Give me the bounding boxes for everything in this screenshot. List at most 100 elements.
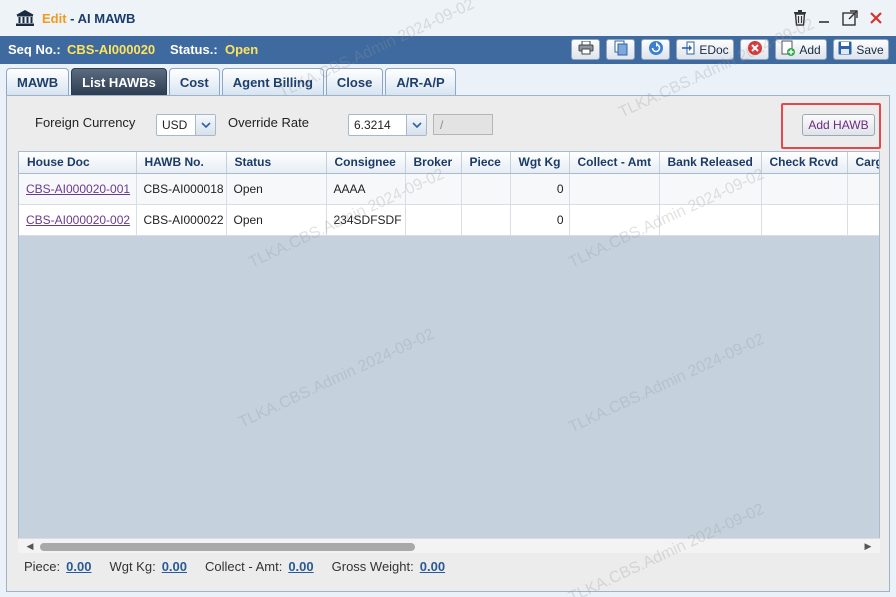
column-header[interactable]: Bank Released: [659, 152, 762, 174]
tab-mawb[interactable]: MAWB: [6, 68, 70, 96]
hawb-no-cell: CBS-AI000018: [136, 173, 227, 205]
table-row[interactable]: CBS-AI000020-001 CBS-AI000018 Open AAAA …: [19, 173, 879, 205]
window-title-text: - AI MAWB: [66, 11, 136, 26]
broker-cell: [405, 173, 462, 205]
cargo-cell: [847, 173, 879, 205]
ai-mawb-window: Edit - AI MAWB Seq No.: CBS-AI000020 Sta…: [0, 0, 896, 597]
consignee-cell: AAAA: [326, 173, 406, 205]
piece-total-label: Piece:: [24, 559, 61, 574]
import-icon: [681, 41, 695, 58]
totals-footer: Piece: 0.00 Wgt Kg: 0.00 Collect - Amt: …: [18, 553, 880, 580]
horizontal-scrollbar[interactable]: ◀ ▶: [18, 538, 880, 553]
column-header[interactable]: HAWB No.: [136, 152, 227, 174]
wgt-kg-cell: 0: [510, 204, 570, 236]
save-icon: [838, 41, 852, 58]
tab-label: List HAWBs: [82, 75, 156, 90]
tab-list-hawbs[interactable]: List HAWBs: [71, 68, 167, 96]
column-header[interactable]: Broker: [405, 152, 462, 174]
tab-label: MAWB: [17, 75, 59, 90]
status-cell: Open: [226, 173, 327, 205]
window-title: Edit - AI MAWB: [42, 11, 135, 26]
add-document-icon: [781, 40, 796, 59]
column-header[interactable]: Piece: [461, 152, 511, 174]
scroll-left-icon[interactable]: ◀: [24, 540, 36, 552]
column-header[interactable]: Cargo: [847, 152, 879, 174]
tab-close[interactable]: Close: [325, 68, 384, 96]
tab-ar-ap[interactable]: A/R-A/P: [385, 68, 456, 96]
foreign-currency-value: USD: [162, 118, 188, 132]
wgt-kg-cell: 0: [510, 173, 570, 205]
add-hawb-button[interactable]: Add HAWB: [802, 114, 875, 136]
edit-label: Edit: [42, 11, 67, 26]
rate-ratio-value: /: [440, 117, 444, 132]
column-header[interactable]: House Doc: [19, 152, 137, 174]
record-info-bar: Seq No.: CBS-AI000020 Status.: Open EDoc: [0, 36, 896, 64]
gross-weight-label: Gross Weight:: [331, 559, 414, 574]
collect-total-label: Collect - Amt:: [205, 559, 283, 574]
delete-button[interactable]: [740, 39, 769, 60]
scroll-right-icon[interactable]: ▶: [862, 540, 874, 552]
close-icon[interactable]: [867, 9, 885, 27]
check-rcvd-cell: [761, 173, 848, 205]
save-label: Save: [856, 42, 884, 57]
bank-released-cell: [659, 204, 762, 236]
house-doc-link[interactable]: CBS-AI000020-002: [19, 204, 137, 236]
bank-released-cell: [659, 173, 762, 205]
copy-icon: [614, 40, 628, 59]
status-value: Open: [225, 42, 259, 57]
consignee-cell: 234SDFSDF: [326, 204, 406, 236]
foreign-currency-label: Foreign Currency: [35, 115, 136, 130]
column-header[interactable]: Check Rcvd: [761, 152, 848, 174]
override-rate-value: 6.3214: [354, 118, 391, 132]
wgt-total-value[interactable]: 0.00: [162, 559, 187, 574]
trash-icon[interactable]: [791, 9, 809, 27]
column-header[interactable]: Consignee: [326, 152, 406, 174]
copy-button[interactable]: [606, 39, 635, 60]
house-doc-link[interactable]: CBS-AI000020-001: [19, 173, 137, 205]
rate-ratio-field: /: [433, 114, 493, 135]
override-rate-select[interactable]: 6.3214: [348, 114, 427, 136]
edoc-button[interactable]: EDoc: [676, 39, 734, 60]
gross-weight-value[interactable]: 0.00: [420, 559, 445, 574]
hawb-table: House Doc HAWB No. Status Consignee Brok…: [19, 152, 879, 236]
minimize-icon[interactable]: [815, 9, 833, 27]
override-rate-label: Override Rate: [228, 115, 309, 130]
title-bar: Edit - AI MAWB: [0, 0, 896, 36]
tab-label: A/R-A/P: [396, 75, 445, 90]
edoc-label: EDoc: [699, 42, 729, 57]
status-label: Status.:: [170, 42, 218, 57]
add-hawb-label: Add HAWB: [808, 118, 869, 132]
status-cell: Open: [226, 204, 327, 236]
refresh-icon: [648, 40, 664, 59]
column-header[interactable]: Wgt Kg: [510, 152, 570, 174]
wgt-total-label: Wgt Kg:: [109, 559, 156, 574]
foreign-currency-select[interactable]: USD: [156, 114, 216, 136]
column-header[interactable]: Collect - Amt: [569, 152, 660, 174]
add-label: Add: [799, 42, 821, 57]
collect-amt-cell: [569, 173, 660, 205]
tab-cost[interactable]: Cost: [168, 68, 220, 96]
maximize-icon[interactable]: [841, 9, 859, 27]
hawb-grid: House Doc HAWB No. Status Consignee Brok…: [18, 151, 880, 555]
column-header[interactable]: Status: [226, 152, 327, 174]
check-rcvd-cell: [761, 204, 848, 236]
piece-total-value[interactable]: 0.00: [66, 559, 91, 574]
tab-agent-billing[interactable]: Agent Billing: [221, 68, 324, 96]
collect-total-value[interactable]: 0.00: [288, 559, 313, 574]
cargo-cell: [847, 204, 879, 236]
refresh-button[interactable]: [641, 39, 670, 60]
table-row[interactable]: CBS-AI000020-002 CBS-AI000022 Open 234SD…: [19, 204, 879, 236]
piece-cell: [461, 173, 511, 205]
tab-bar: MAWB List HAWBs Cost Agent Billing Close…: [6, 68, 456, 96]
chevron-down-icon: [406, 115, 426, 135]
chevron-down-icon: [195, 115, 215, 135]
seq-no-label: Seq No.:: [8, 42, 61, 57]
grid-header-row: House Doc HAWB No. Status Consignee Brok…: [19, 152, 879, 174]
collect-amt-cell: [569, 204, 660, 236]
printer-icon: [578, 40, 594, 58]
cancel-circle-icon: [747, 40, 763, 59]
print-button[interactable]: [571, 39, 600, 60]
add-button[interactable]: Add: [775, 39, 827, 60]
scrollbar-thumb[interactable]: [40, 543, 415, 551]
save-button[interactable]: Save: [833, 39, 889, 60]
